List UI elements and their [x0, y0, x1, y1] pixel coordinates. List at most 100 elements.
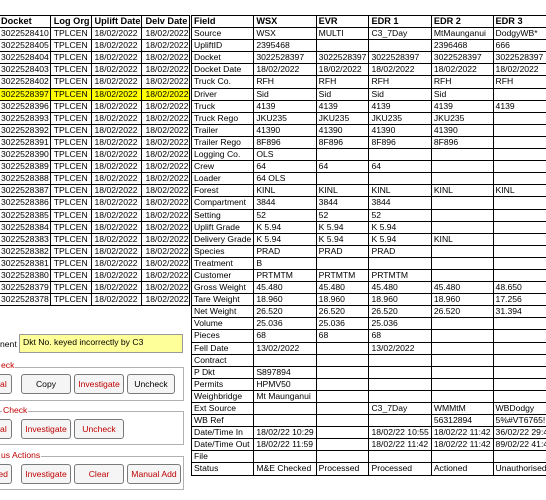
wsx-cell[interactable]: 52 — [253, 208, 317, 222]
edr1-cell[interactable]: 41390 — [368, 123, 432, 137]
evr-cell[interactable] — [315, 426, 370, 440]
edr2-cell[interactable] — [430, 148, 494, 162]
docket-row[interactable]: 3022528381 TPLCEN 18/02/2022 18/02/2022 — [0, 256, 191, 270]
edr1-cell[interactable]: 25.036 — [368, 317, 432, 331]
docket-row[interactable]: 3022528410 TPLCEN 18/02/2022 18/02/2022 — [0, 27, 191, 41]
edr3-cell[interactable] — [492, 232, 546, 246]
docket-cell[interactable]: 3022528381 — [0, 256, 51, 270]
edr3-cell[interactable] — [492, 135, 546, 150]
edr3-cell[interactable] — [492, 268, 546, 283]
edr3-cell[interactable]: 48.650 — [492, 281, 546, 295]
evr-cell[interactable]: 18.960 — [315, 293, 370, 307]
docket-row[interactable]: 3022528389 TPLCEN 18/02/2022 18/02/2022 — [0, 160, 191, 174]
edr3-cell[interactable]: WBDodgy — [492, 401, 546, 416]
edr2-cell[interactable] — [430, 160, 494, 174]
edr1-cell[interactable]: 52 — [368, 208, 432, 222]
edr3-cell[interactable] — [492, 111, 546, 125]
wsx-cell[interactable]: 3022528397 — [253, 51, 317, 65]
docket-row[interactable]: 3022528396 TPLCEN 18/02/2022 18/02/2022 — [0, 99, 191, 113]
docket-cell[interactable]: 3022528378 — [0, 293, 51, 307]
uplift-date-cell[interactable]: 18/02/2022 — [90, 27, 143, 41]
edr1-cell[interactable]: KINL — [368, 184, 432, 198]
uplift-date-cell[interactable]: 18/02/2022 — [90, 160, 143, 174]
log-org-cell[interactable]: TPLCEN — [49, 63, 92, 77]
edr3-cell[interactable]: 5%#VT6765! — [492, 414, 546, 428]
docket-cell[interactable]: 3022528397 — [0, 87, 51, 101]
approved-button[interactable]: ved — [0, 464, 12, 484]
delv-date-cell[interactable]: 18/02/2022 — [141, 75, 191, 89]
delv-date-cell[interactable]: 18/02/2022 — [141, 268, 191, 283]
log-org-cell[interactable]: TPLCEN — [49, 208, 92, 222]
evr-cell[interactable] — [315, 39, 370, 53]
docket-cell[interactable]: 3022528390 — [0, 148, 51, 162]
log-org-cell[interactable]: TPLCEN — [49, 256, 92, 270]
edr2-cell[interactable]: Actioned — [430, 462, 494, 476]
docket-row[interactable]: 3022528404 TPLCEN 18/02/2022 18/02/2022 — [0, 51, 191, 65]
evr-cell[interactable]: MULTI — [315, 27, 370, 41]
edr2-cell[interactable]: 45.480 — [430, 281, 494, 295]
edr2-cell[interactable] — [430, 256, 494, 270]
wsx-cell[interactable] — [253, 353, 317, 367]
delv-date-cell[interactable]: 18/02/2022 — [141, 51, 191, 65]
comparison-table[interactable]: Field WSX EVR EDR 1 EDR 2 EDR 3 Source WS… — [190, 14, 546, 476]
evr-cell[interactable]: KINL — [315, 184, 370, 198]
wsx-cell[interactable]: 13/02/2022 — [253, 341, 317, 355]
edr1-cell[interactable]: 18.960 — [368, 293, 432, 307]
edr2-cell[interactable] — [430, 450, 494, 464]
edr2-cell[interactable]: 18/02/22 11:42 — [430, 426, 494, 440]
edr1-cell[interactable] — [368, 377, 432, 391]
edr3-cell[interactable] — [492, 172, 546, 186]
evr-cell[interactable]: K 5.94 — [315, 220, 370, 234]
log-org-cell[interactable]: TPLCEN — [49, 87, 92, 101]
evr-cell[interactable]: PRAD — [315, 244, 370, 258]
wsx-cell[interactable]: 3844 — [253, 196, 317, 210]
wsx-cell[interactable]: S897894 — [253, 365, 317, 379]
edr1-cell[interactable]: Processed — [368, 462, 432, 476]
edr3-cell[interactable] — [492, 317, 546, 331]
edr3-cell[interactable] — [492, 256, 546, 270]
uplift-date-cell[interactable]: 18/02/2022 — [90, 135, 143, 150]
evr-cell[interactable]: 18/02/2022 — [315, 63, 370, 77]
recheck-final-button[interactable]: nal — [0, 419, 12, 439]
delv-date-cell[interactable]: 18/02/2022 — [141, 111, 191, 125]
edr1-cell[interactable] — [368, 414, 432, 428]
comment-field[interactable]: Dkt No. keyed incorrectly by C3 — [19, 334, 183, 353]
wsx-cell[interactable]: PRTMTM — [253, 268, 317, 283]
evr-cell[interactable]: 26.520 — [315, 305, 370, 319]
docket-row[interactable]: 3022528378 TPLCEN 18/02/2022 18/02/2022 — [0, 293, 191, 307]
edr2-cell[interactable]: RFH — [430, 75, 494, 89]
edr2-cell[interactable]: 18/02/2022 — [430, 63, 494, 77]
edr3-cell[interactable] — [492, 123, 546, 137]
log-org-cell[interactable]: TPLCEN — [49, 27, 92, 41]
edr1-cell[interactable] — [368, 365, 432, 379]
recheck-uncheck-button[interactable]: Uncheck — [74, 419, 124, 439]
uplift-date-cell[interactable]: 18/02/2022 — [90, 63, 143, 77]
wsx-cell[interactable]: WSX — [253, 27, 317, 41]
edr3-cell[interactable] — [492, 450, 546, 464]
wsx-cell[interactable] — [253, 414, 317, 428]
delv-date-cell[interactable]: 18/02/2022 — [141, 244, 191, 258]
docket-cell[interactable]: 3022528382 — [0, 244, 51, 258]
manual-add-button[interactable]: Manual Add — [127, 464, 181, 484]
wsx-cell[interactable]: Mt Maunganui — [253, 389, 317, 404]
uplift-date-cell[interactable]: 18/02/2022 — [90, 99, 143, 113]
uplift-date-cell[interactable]: 18/02/2022 — [90, 281, 143, 295]
edr2-cell[interactable]: 26.520 — [430, 305, 494, 319]
edr2-cell[interactable] — [430, 317, 494, 331]
delv-date-cell[interactable]: 18/02/2022 — [141, 148, 191, 162]
evr-cell[interactable] — [315, 365, 370, 379]
edr1-cell[interactable]: K 5.94 — [368, 232, 432, 246]
edr3-cell[interactable] — [492, 389, 546, 404]
col-uplift-date-header[interactable]: Uplift Date — [90, 14, 143, 29]
log-org-cell[interactable]: TPLCEN — [49, 39, 92, 53]
uplift-date-cell[interactable]: 18/02/2022 — [90, 196, 143, 210]
wsx-cell[interactable]: K 5.94 — [253, 232, 317, 246]
edr1-cell[interactable]: 13/02/2022 — [368, 341, 432, 355]
delv-date-cell[interactable]: 18/02/2022 — [141, 256, 191, 270]
edr1-cell[interactable]: 18/02/2022 — [368, 63, 432, 77]
edr2-cell[interactable]: 41390 — [430, 123, 494, 137]
wsx-cell[interactable]: 18.960 — [253, 293, 317, 307]
col-delv-date-header[interactable]: Delv Date — [141, 14, 191, 29]
edr1-cell[interactable]: 26.520 — [368, 305, 432, 319]
evr-cell[interactable] — [315, 148, 370, 162]
